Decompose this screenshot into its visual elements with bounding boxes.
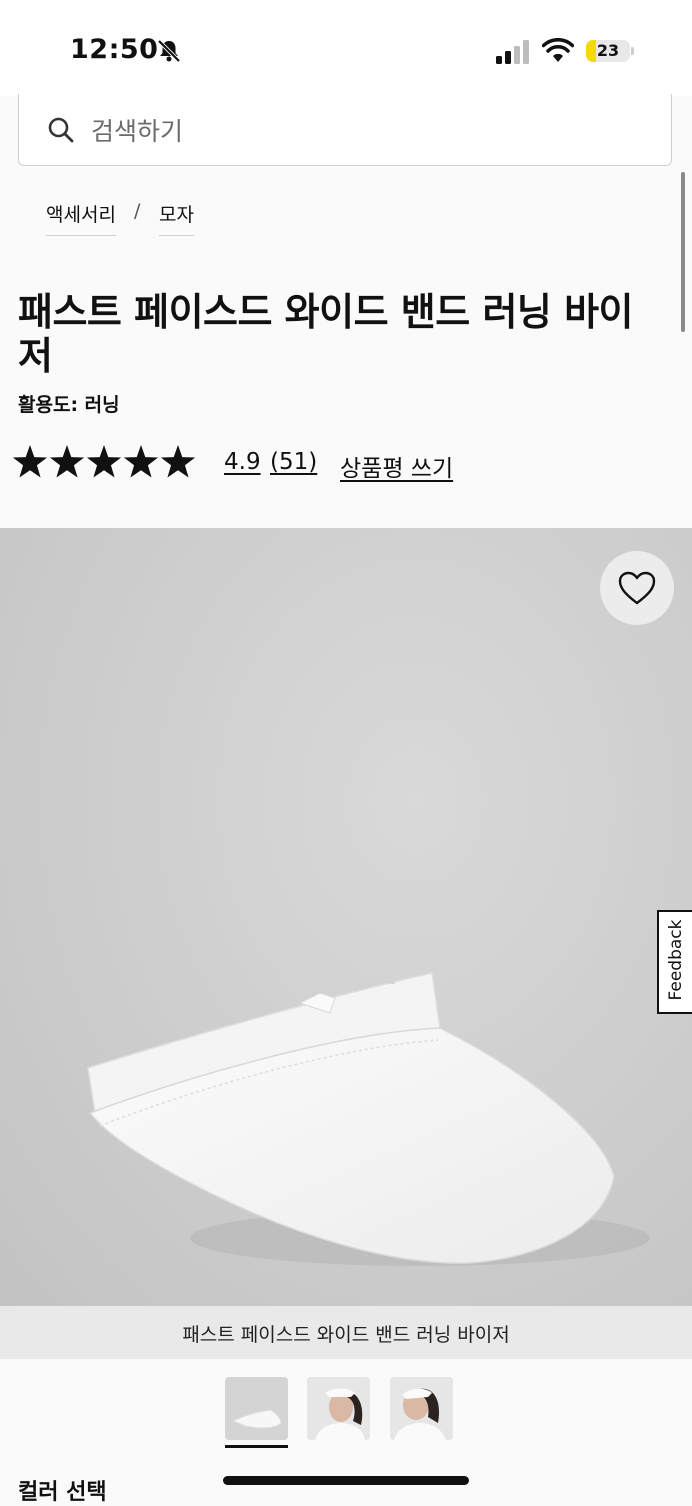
product-activity: 활용도: 러닝 bbox=[18, 394, 120, 416]
status-time: 12:50 bbox=[70, 34, 159, 65]
star-icon bbox=[12, 445, 48, 478]
home-indicator[interactable] bbox=[223, 1476, 469, 1485]
thumbnail-2[interactable] bbox=[307, 1377, 370, 1440]
breadcrumb-item-accessories[interactable]: 액세서리 bbox=[46, 200, 116, 236]
search-icon bbox=[48, 117, 74, 143]
thumbnail-model-front-image bbox=[307, 1377, 370, 1440]
product-image[interactable] bbox=[0, 528, 692, 1306]
cellular-signal-icon bbox=[496, 40, 529, 64]
wishlist-button[interactable] bbox=[600, 551, 674, 625]
status-bar: 12:50 23 bbox=[0, 0, 692, 96]
star-icon bbox=[49, 445, 85, 478]
visor-illustration bbox=[87, 972, 650, 1266]
thumbnail-visor-image bbox=[225, 1377, 288, 1440]
write-review-link[interactable]: 상품평 쓰기 bbox=[340, 449, 453, 483]
image-caption-bar: 패스트 페이스드 와이드 밴드 러닝 바이저 bbox=[0, 1306, 692, 1359]
star-icon bbox=[160, 445, 196, 478]
scrollbar[interactable] bbox=[681, 172, 685, 332]
bell-slash-icon bbox=[157, 39, 181, 63]
feedback-tab[interactable]: Feedback bbox=[657, 910, 692, 1014]
rating-stars[interactable] bbox=[12, 444, 196, 480]
thumbnail-selected-indicator bbox=[225, 1445, 288, 1448]
star-icon bbox=[86, 445, 122, 478]
battery-percentage: 23 bbox=[596, 41, 620, 60]
product-title: 패스트 페이스드 와이드 밴드 러닝 바이저 bbox=[18, 290, 634, 378]
wifi-icon bbox=[542, 38, 574, 62]
feedback-label: Feedback bbox=[666, 919, 686, 1001]
color-section-label: 컬러 선택 bbox=[18, 1480, 107, 1505]
battery-indicator: 23 bbox=[586, 40, 630, 62]
image-caption: 패스트 페이스드 와이드 밴드 러닝 바이저 bbox=[182, 1324, 510, 1346]
review-count-link[interactable]: (51) bbox=[270, 449, 317, 475]
thumbnail-3[interactable] bbox=[390, 1377, 453, 1440]
breadcrumb-item-hats[interactable]: 모자 bbox=[159, 200, 194, 236]
search-input[interactable]: 검색하기 bbox=[18, 94, 672, 166]
thumbnail-1[interactable] bbox=[225, 1377, 288, 1440]
battery-tip bbox=[631, 47, 634, 55]
rating-value[interactable]: 4.9 bbox=[224, 449, 261, 475]
breadcrumb-separator: / bbox=[134, 200, 141, 222]
star-icon bbox=[123, 445, 159, 478]
thumbnail-model-back-image bbox=[390, 1377, 453, 1440]
heart-icon bbox=[618, 571, 656, 605]
search-placeholder: 검색하기 bbox=[91, 117, 184, 146]
